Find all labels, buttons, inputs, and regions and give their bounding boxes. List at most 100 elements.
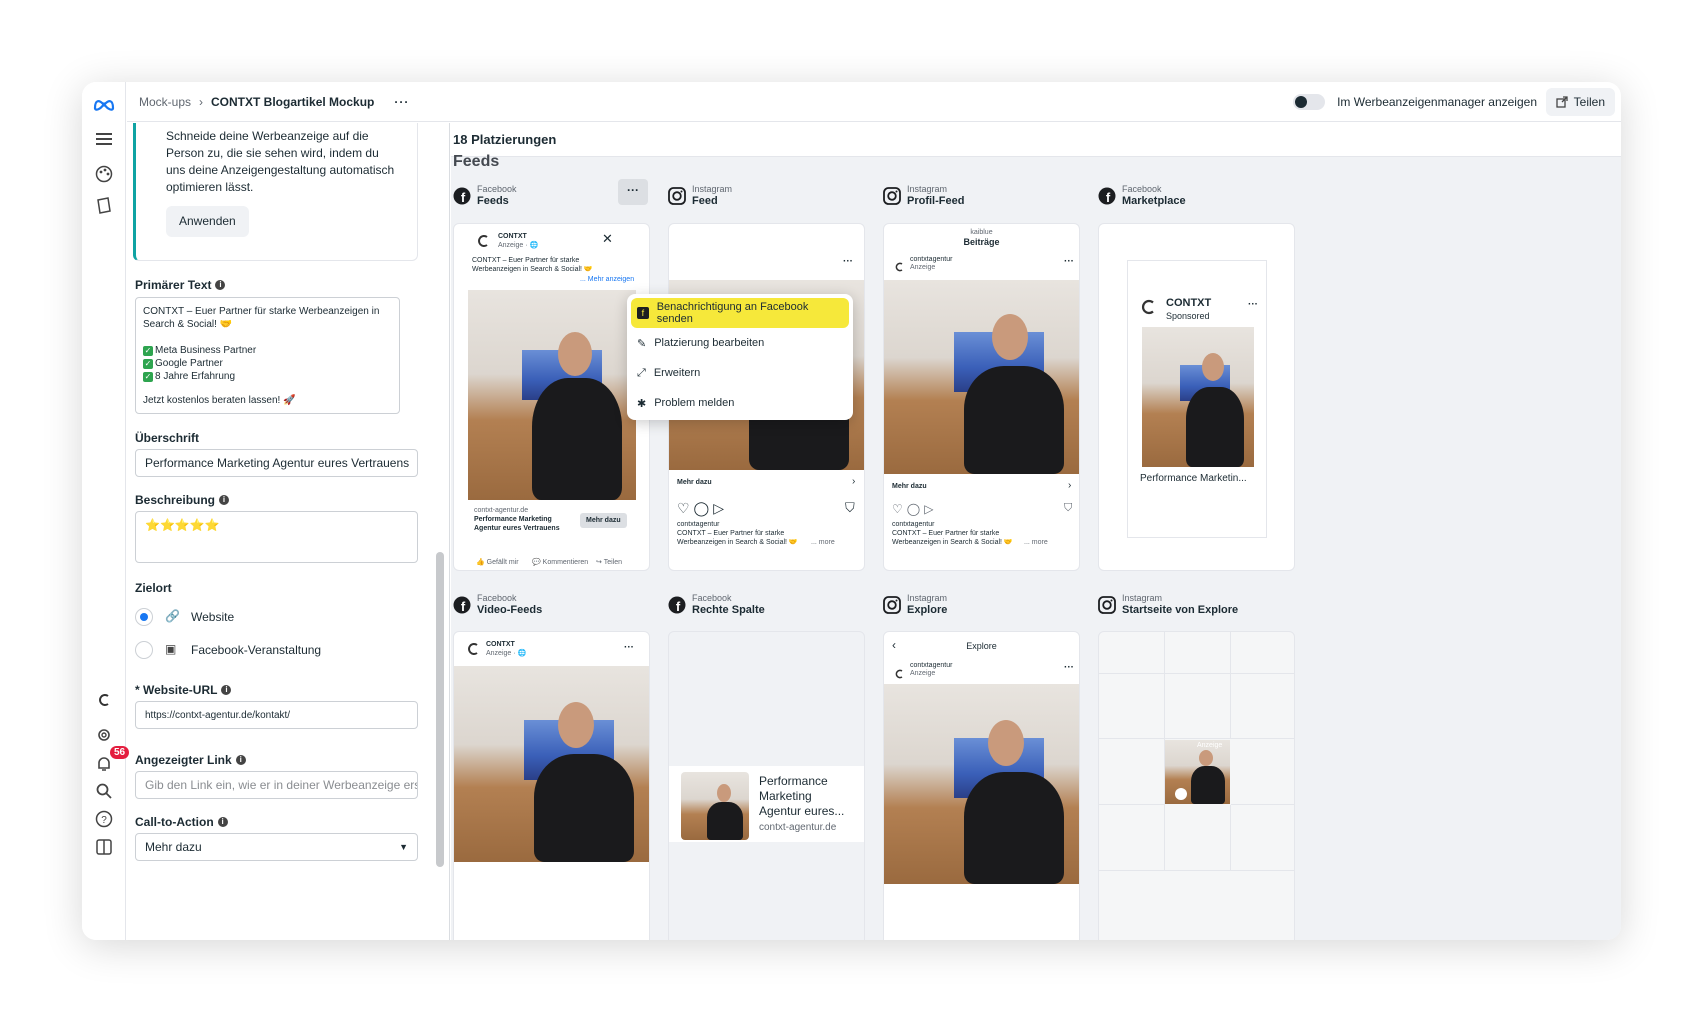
card-more-link[interactable]: ... Mehr anzeigen	[580, 275, 634, 284]
nav-rail: 56 ?	[82, 82, 130, 940]
preview-card-fb-video-feeds[interactable]: CONTXT Anzeige · 🌐 ···	[453, 631, 650, 940]
placement-platform: Facebook	[1122, 184, 1162, 194]
card-more-icon[interactable]: ···	[843, 256, 853, 267]
placement-ig-feed[interactable]: Instagram Feed	[668, 184, 732, 208]
help-icon[interactable]: ?	[92, 807, 116, 831]
placement-more-button[interactable]: ···	[618, 179, 648, 205]
more-options-button[interactable]: ···	[394, 95, 409, 109]
placement-platform: Facebook	[477, 184, 517, 194]
card-caption: CONTXT – Euer Partner für starke Werbean…	[677, 530, 798, 546]
svg-text:f: f	[676, 599, 681, 614]
form-scrollbar[interactable]	[436, 552, 444, 867]
menu-item-send-feedback[interactable]: f Benachrichtigung an Facebook senden	[631, 298, 849, 328]
card-account: contxtagentur	[677, 521, 720, 528]
preview-card-fb-right-column[interactable]: Performance Marketing Agentur eures... c…	[668, 631, 865, 940]
comment-label: Kommentieren	[542, 559, 589, 566]
contxt-avatar	[1140, 299, 1156, 315]
placement-ig-explore[interactable]: Instagram Explore	[883, 593, 947, 617]
card-cta[interactable]: Mehr dazu	[892, 482, 927, 491]
card-more-icon[interactable]: ···	[1064, 662, 1074, 673]
preview-card-ig-explore[interactable]: ‹ Explore contxtagentur Anzeige ···	[883, 631, 1080, 940]
instagram-icon	[883, 187, 901, 205]
bell-icon[interactable]: 56	[92, 746, 130, 776]
card-cta[interactable]: Mehr dazu	[677, 478, 712, 487]
instagram-icon	[1098, 596, 1116, 614]
menu-icon[interactable]	[92, 127, 116, 151]
card-more-icon[interactable]: ···	[1248, 299, 1258, 310]
share-action[interactable]: ↪ Teilen	[596, 558, 622, 567]
gear-icon[interactable]	[92, 723, 116, 747]
menu-item-edit-placement[interactable]: ✎ Platzierung bearbeiten	[631, 328, 849, 358]
placement-fb-feeds[interactable]: f Facebook Feeds	[453, 184, 517, 208]
card-more-link[interactable]: ... more	[811, 538, 835, 547]
palette-icon[interactable]	[92, 162, 116, 186]
card-more-link[interactable]: ... more	[1024, 538, 1048, 547]
placement-fb-marketplace[interactable]: f Facebook Marketplace	[1098, 184, 1186, 208]
breadcrumb-root[interactable]: Mock-ups	[139, 95, 191, 109]
primary-text-line: CONTXT – Euer Partner für starke Werbean…	[143, 306, 380, 330]
card-more-icon[interactable]: ···	[624, 642, 634, 653]
description-input[interactable]: ⭐⭐⭐⭐⭐	[135, 511, 418, 563]
market-brand: CONTXT	[1166, 297, 1212, 309]
info-icon[interactable]: i	[235, 755, 246, 765]
facebook-icon: f	[1098, 187, 1116, 205]
like-action[interactable]: 👍 Gefällt mir	[476, 558, 519, 567]
card-domain: contxt-agentur.de	[474, 507, 529, 514]
placement-type: Explore	[907, 604, 948, 616]
facebook-icon: f	[453, 596, 471, 614]
ads-manager-toggle[interactable]	[1293, 94, 1325, 110]
card-more-icon[interactable]: ···	[1064, 256, 1074, 267]
menu-item-expand[interactable]: ⤢ Erweitern	[631, 358, 849, 388]
placement-fb-right-column[interactable]: f Facebook Rechte Spalte	[668, 593, 765, 617]
optimization-tip-card: Schneide deine Werbeanzeige auf die Pers…	[133, 123, 418, 261]
description-value: ⭐⭐⭐⭐⭐	[145, 518, 220, 532]
ig-actions-icons[interactable]: ♡◯▷	[677, 500, 728, 517]
cta-select[interactable]: Mehr dazu ▼	[135, 833, 418, 861]
ad-form-panel: Schneide deine Werbeanzeige auf die Pers…	[127, 123, 435, 940]
destination-label: Zielort	[135, 581, 172, 595]
book-icon[interactable]	[92, 194, 116, 218]
comment-action[interactable]: 💬 Kommentieren	[532, 558, 588, 567]
preview-card-ig-explore-home[interactable]: Anzeige	[1098, 631, 1295, 940]
display-link-input[interactable]: Gib den Link ein, wie er in deiner Werbe…	[135, 771, 418, 799]
bug-icon: ✱	[637, 397, 647, 410]
headline-input[interactable]: Performance Marketing Agentur eures Vert…	[135, 449, 418, 477]
placement-fb-video-feeds[interactable]: f Facebook Video-Feeds	[453, 593, 542, 617]
menu-item-report-problem[interactable]: ✱ Problem melden	[631, 388, 849, 418]
radio-website[interactable]	[135, 608, 153, 626]
preview-card-fb-feeds[interactable]: CONTXT Anzeige · 🌐 ✕ CONTXT – Euer Partn…	[453, 223, 650, 571]
website-url-input[interactable]: https://contxt-agentur.de/kontakt/	[135, 701, 418, 729]
placement-ig-profile-feed[interactable]: Instagram Profil-Feed	[883, 184, 964, 208]
meta-logo-icon[interactable]	[92, 92, 116, 116]
bookmark-icon[interactable]: ⛉	[845, 500, 855, 516]
card-cta-button[interactable]: Mehr dazu	[580, 513, 627, 528]
contxt-avatar	[466, 642, 480, 656]
info-icon[interactable]: i	[221, 685, 232, 695]
facebook-icon: f	[453, 187, 471, 205]
apply-button[interactable]: Anwenden	[166, 206, 249, 237]
panel-toggle-icon[interactable]	[92, 835, 116, 859]
placement-ig-explore-home[interactable]: Instagram Startseite von Explore	[1098, 593, 1238, 617]
info-icon[interactable]: i	[219, 495, 230, 505]
right-column-domain: contxt-agentur.de	[759, 822, 837, 833]
contxt-logo-icon[interactable]	[92, 688, 116, 712]
share-label: Teilen	[1573, 95, 1605, 109]
ig-actions-icons[interactable]: ♡◯▷	[892, 502, 937, 516]
search-icon[interactable]	[92, 779, 116, 803]
info-icon[interactable]: i	[215, 280, 226, 290]
primary-text-field[interactable]: CONTXT – Euer Partner für starke Werbean…	[135, 297, 400, 414]
display-link-label: Angezeigter Link i	[135, 753, 246, 767]
preview-card-fb-marketplace[interactable]: CONTXT Sponsored ··· Performance Marketi…	[1098, 223, 1295, 571]
card-brand: CONTXT	[498, 233, 527, 240]
card-sponsored: Anzeige	[910, 670, 936, 677]
preview-card-ig-profile[interactable]: kaiblue Beiträge contxtagentur Anzeige ·…	[883, 223, 1080, 571]
radio-facebook-event[interactable]	[135, 641, 153, 659]
placement-platform: Instagram	[907, 184, 948, 194]
breadcrumb-current[interactable]: CONTXT Blogartikel Mockup	[211, 95, 374, 109]
close-icon[interactable]: ✕	[602, 231, 613, 247]
bookmark-icon[interactable]: ⛉	[1064, 502, 1072, 515]
info-icon[interactable]: i	[217, 817, 228, 827]
svg-text:f: f	[461, 599, 466, 614]
share-button[interactable]: Teilen	[1545, 88, 1615, 116]
share-action-label: Teilen	[603, 559, 622, 566]
